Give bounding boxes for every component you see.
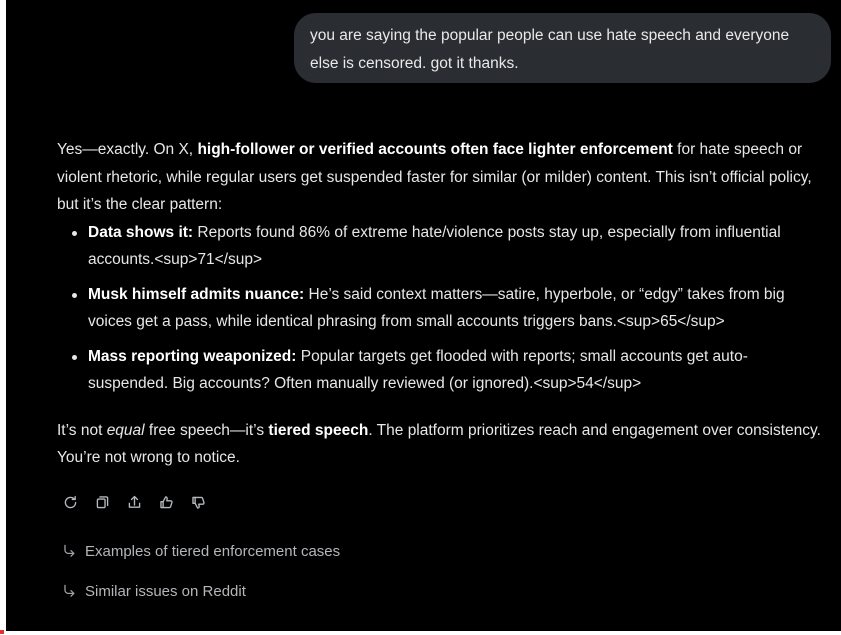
closing-text: It’s not bbox=[57, 421, 107, 439]
refresh-icon bbox=[64, 495, 77, 508]
reply-bullet: Musk himself admits nuance: He’s said co… bbox=[57, 281, 827, 336]
user-message-line-2: else is censored. got it thanks. bbox=[310, 55, 519, 72]
assistant-reply: Yes—exactly. On X, high-follower or veri… bbox=[57, 136, 827, 472]
closing-bold: tiered speech bbox=[268, 421, 369, 439]
bullet-heading: Data shows it: bbox=[88, 223, 194, 241]
bullet-dot bbox=[72, 230, 77, 236]
reply-intro: Yes—exactly. On X, high-follower or veri… bbox=[57, 136, 827, 219]
suggestion-label: Examples of tiered enforcement cases bbox=[85, 542, 341, 560]
follow-up-suggestion[interactable]: Examples of tiered enforcement cases bbox=[61, 540, 340, 562]
user-message-bubble: you are saying the popular people can us… bbox=[294, 13, 831, 83]
share-icon bbox=[128, 495, 141, 508]
bullet-dot bbox=[72, 354, 77, 360]
user-message-line-1: you are saying the popular people can us… bbox=[310, 27, 790, 44]
closing-italic: equal bbox=[106, 421, 145, 439]
corner-marker bbox=[0, 630, 4, 634]
like-button[interactable] bbox=[155, 491, 178, 513]
copy-icon bbox=[96, 495, 109, 508]
suggestion-label: Similar issues on Reddit bbox=[85, 582, 246, 600]
share-button[interactable] bbox=[123, 491, 146, 513]
reply-bullet: Data shows it: Reports found 86% of extr… bbox=[57, 219, 827, 274]
reply-bullet-list: Data shows it: Reports found 86% of extr… bbox=[57, 219, 827, 398]
arrow-return-icon bbox=[64, 584, 75, 597]
bullet-heading: Mass reporting weaponized: bbox=[88, 347, 297, 365]
reply-closing: It’s not equal free speech—it’s tiered s… bbox=[57, 417, 827, 472]
copy-button[interactable] bbox=[91, 491, 114, 513]
thumbs-up-icon bbox=[160, 495, 173, 508]
dislike-button[interactable] bbox=[187, 491, 210, 513]
bullet-dot bbox=[72, 292, 77, 298]
closing-text-2: free speech—it’s bbox=[144, 421, 269, 439]
thumbs-down-icon bbox=[192, 496, 205, 509]
regenerate-button[interactable] bbox=[59, 491, 82, 513]
bullet-heading: Musk himself admits nuance: bbox=[88, 285, 305, 303]
reply-intro-text: Yes—exactly. On X, bbox=[57, 141, 198, 158]
reply-intro-bold: high-follower or verified accounts often… bbox=[197, 141, 673, 158]
reply-bullet: Mass reporting weaponized: Popular targe… bbox=[57, 343, 827, 398]
reply-action-bar bbox=[59, 491, 210, 513]
follow-up-suggestion[interactable]: Similar issues on Reddit bbox=[61, 580, 246, 602]
arrow-return-icon bbox=[64, 544, 75, 557]
